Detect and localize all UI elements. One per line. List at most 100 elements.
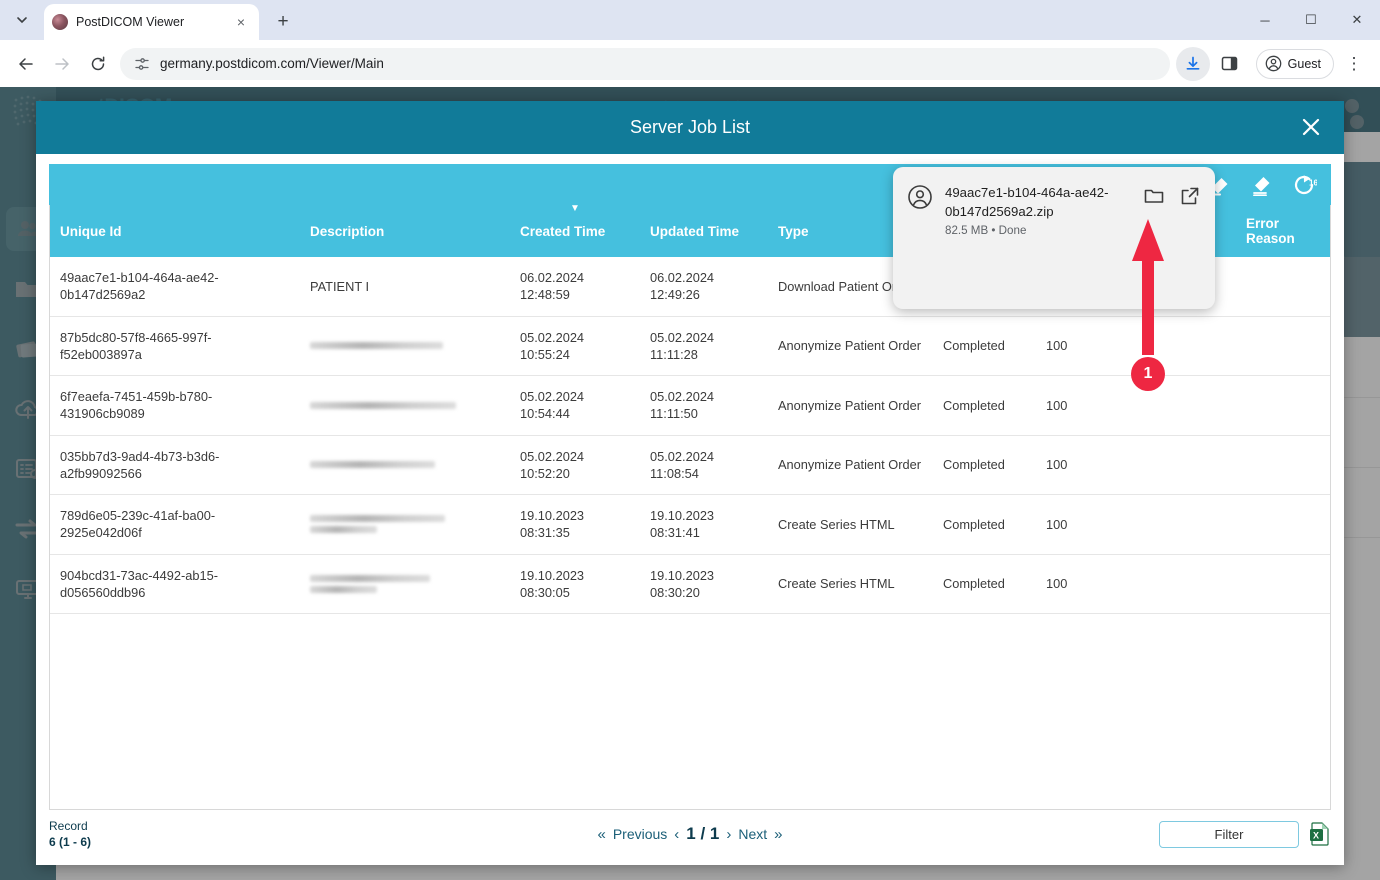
- cell-unique-id: 49aac7e1-b104-464a-ae42-0b147d2569a2: [50, 257, 300, 316]
- tab-strip: PostDICOM Viewer × + ─ ☐ ✕: [0, 0, 1380, 40]
- folder-icon[interactable]: [1143, 185, 1165, 207]
- dialog-header: Server Job List: [36, 101, 1344, 154]
- window-controls: ─ ☐ ✕: [1242, 0, 1380, 40]
- reload-icon[interactable]: [80, 46, 116, 82]
- cell-description2: [1116, 495, 1236, 555]
- column-header-error-reason[interactable]: Error Reason: [1236, 205, 1331, 257]
- redacted-text: [310, 575, 430, 582]
- column-header-description[interactable]: Description: [300, 205, 510, 257]
- cell-created-time: 06.02.202412:48:59: [510, 257, 640, 316]
- cell-type: Create Series HTML: [768, 495, 933, 555]
- cell-type: Anonymize Patient Order: [768, 435, 933, 495]
- account-circle-icon: [907, 184, 933, 210]
- new-tab-button[interactable]: +: [269, 8, 297, 36]
- download-filename[interactable]: 49aac7e1-b104-464a-ae42-0b147d2569a2.zip: [945, 183, 1131, 221]
- open-in-new-icon[interactable]: [1179, 185, 1201, 207]
- cell-description: [300, 435, 510, 495]
- cell-type: Create Series HTML: [768, 554, 933, 614]
- page-viewport: postDICOM Patient Search: [0, 87, 1380, 880]
- annotation-step-badge: 1: [1131, 357, 1165, 391]
- table-row[interactable]: 789d6e05-239c-41af-ba00-2925e042d06f19.1…: [50, 495, 1331, 555]
- record-counter: Record 6 (1 - 6): [49, 818, 91, 850]
- redacted-text: [310, 461, 435, 468]
- cell-error-reason: [1236, 554, 1331, 614]
- column-header-created-time-label: Created Time: [520, 224, 605, 239]
- first-page-button[interactable]: «: [597, 826, 605, 843]
- last-page-button[interactable]: »: [774, 826, 782, 843]
- redacted-text: [310, 402, 456, 409]
- cell-error-reason: [1236, 495, 1331, 555]
- maximize-icon[interactable]: ☐: [1288, 0, 1334, 40]
- close-icon[interactable]: ×: [231, 12, 251, 32]
- cell-description2: [1116, 435, 1236, 495]
- minimize-icon[interactable]: ─: [1242, 0, 1288, 40]
- cell-error-reason: [1236, 376, 1331, 436]
- cell-updated-time: 19.10.202308:30:20: [640, 554, 768, 614]
- cell-created-time: 19.10.202308:30:05: [510, 554, 640, 614]
- browser-window: PostDICOM Viewer × + ─ ☐ ✕ germany.postd…: [0, 0, 1380, 880]
- cell-updated-time: 05.02.202411:11:28: [640, 316, 768, 376]
- tune-icon: [134, 56, 150, 72]
- table-row[interactable]: 035bb7d3-9ad4-4b73-b3d6-a2fb99092566 05.0…: [50, 435, 1331, 495]
- column-header-created-time[interactable]: ▼ Created Time: [510, 205, 640, 257]
- cell-unique-id: 87b5dc80-57f8-4665-997f-f52eb003897a: [50, 316, 300, 376]
- tab-title: PostDICOM Viewer: [76, 15, 223, 29]
- cell-created-time: 05.02.202410:55:24: [510, 316, 640, 376]
- pagination: « Previous ‹ 1 / 1 › Next »: [597, 824, 782, 844]
- tab-search-chevron-icon[interactable]: [0, 0, 44, 40]
- page-indicator: 1 / 1: [686, 824, 719, 844]
- redacted-text: [310, 526, 377, 533]
- clear-all-icon[interactable]: [1243, 168, 1281, 202]
- cell-created-time: 19.10.202308:31:35: [510, 495, 640, 555]
- address-text: germany.postdicom.com/Viewer/Main: [160, 56, 384, 71]
- sort-desc-icon: ▼: [570, 205, 580, 214]
- cell-status: Completed: [933, 376, 1036, 436]
- svg-text:16: 16: [1309, 178, 1317, 187]
- redacted-text: [310, 586, 377, 593]
- cell-progress: 100: [1036, 376, 1116, 436]
- forward-icon: [44, 46, 80, 82]
- cell-status: Completed: [933, 435, 1036, 495]
- side-panel-icon[interactable]: [1212, 46, 1248, 82]
- column-header-updated-time[interactable]: Updated Time: [640, 205, 768, 257]
- prev-page-chevron[interactable]: ‹: [674, 826, 679, 843]
- cell-description: [300, 376, 510, 436]
- cell-unique-id: 6f7eaefa-7451-459b-b780-431906cb9089: [50, 376, 300, 436]
- excel-export-icon[interactable]: X: [1309, 822, 1331, 846]
- next-page-chevron[interactable]: ›: [726, 826, 731, 843]
- browser-tab[interactable]: PostDICOM Viewer ×: [44, 4, 259, 40]
- cell-created-time: 05.02.202410:54:44: [510, 376, 640, 436]
- column-header-unique-id[interactable]: Unique Id: [50, 205, 300, 257]
- filter-button[interactable]: Filter: [1159, 821, 1299, 848]
- previous-page-button[interactable]: Previous: [613, 826, 667, 842]
- dialog-footer: Record 6 (1 - 6) « Previous ‹ 1 / 1 › Ne…: [49, 812, 1331, 856]
- cell-updated-time: 05.02.202411:11:50: [640, 376, 768, 436]
- cell-created-time: 05.02.202410:52:20: [510, 435, 640, 495]
- close-icon[interactable]: [1294, 110, 1328, 144]
- profile-label: Guest: [1288, 57, 1321, 71]
- browser-menu-icon[interactable]: ⋮: [1336, 46, 1372, 82]
- cell-unique-id: 035bb7d3-9ad4-4b73-b3d6-a2fb99092566: [50, 435, 300, 495]
- cell-error-reason: [1236, 435, 1331, 495]
- download-status: 82.5 MB • Done: [945, 224, 1131, 237]
- profile-button[interactable]: Guest: [1256, 49, 1334, 79]
- cell-unique-id: 904bcd31-73ac-4492-ab15-d056560ddb96: [50, 554, 300, 614]
- toolbar-actions: Guest ⋮: [1176, 46, 1372, 82]
- cell-status: Completed: [933, 316, 1036, 376]
- cell-progress: 100: [1036, 435, 1116, 495]
- cell-description2: [1116, 554, 1236, 614]
- cell-type: Anonymize Patient Order: [768, 316, 933, 376]
- address-bar[interactable]: germany.postdicom.com/Viewer/Main: [120, 48, 1170, 80]
- cell-updated-time: 19.10.202308:31:41: [640, 495, 768, 555]
- back-icon[interactable]: [8, 46, 44, 82]
- table-row[interactable]: 904bcd31-73ac-4492-ab15-d056560ddb96 19.1…: [50, 554, 1331, 614]
- svg-text:X: X: [1313, 831, 1319, 841]
- download-icon[interactable]: [1176, 47, 1210, 81]
- cell-updated-time: 05.02.202411:08:54: [640, 435, 768, 495]
- window-close-icon[interactable]: ✕: [1334, 0, 1380, 40]
- cell-progress: 100: [1036, 554, 1116, 614]
- footer-actions: Filter X: [1159, 821, 1331, 848]
- cell-status: Completed: [933, 554, 1036, 614]
- next-page-button[interactable]: Next: [738, 826, 767, 842]
- refresh-timer-icon[interactable]: 16: [1285, 168, 1323, 202]
